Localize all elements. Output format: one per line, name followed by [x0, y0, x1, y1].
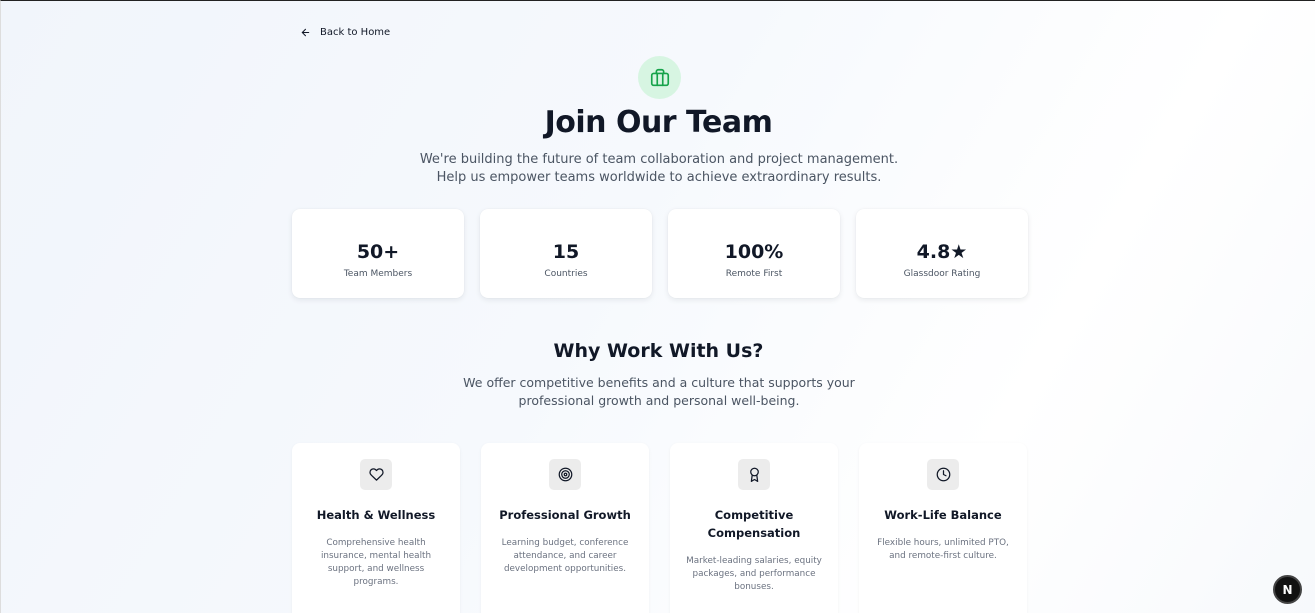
stat-value: 100%	[724, 241, 784, 263]
benefit-title: Professional Growth	[499, 508, 631, 522]
award-icon	[738, 459, 770, 490]
stat-value: 4.8★	[916, 241, 968, 263]
heart-icon	[360, 459, 392, 490]
benefit-description: Learning budget, conference attendance, …	[501, 538, 629, 574]
stats-row: 50+ Team Members 15 Countries 100% Remot…	[292, 209, 1028, 298]
arrow-left-icon	[301, 28, 310, 37]
benefit-card-health: Health & Wellness Comprehensive health i…	[292, 443, 460, 613]
dev-badge-label: N	[1282, 582, 1293, 597]
benefit-title: Competitive Compensation	[707, 508, 801, 540]
dev-tools-button[interactable]: N	[1273, 575, 1302, 604]
stat-card-remote-first: 100% Remote First	[668, 209, 840, 298]
stat-label: Countries	[544, 269, 588, 279]
stat-label: Team Members	[343, 269, 413, 279]
stat-value: 50+	[356, 241, 400, 263]
clock-icon	[927, 459, 959, 490]
briefcase-icon	[638, 56, 681, 99]
stat-card-glassdoor-rating: 4.8★ Glassdoor Rating	[856, 209, 1028, 298]
benefit-description: Market-leading salaries, equity packages…	[686, 556, 822, 592]
stat-card-countries: 15 Countries	[480, 209, 652, 298]
benefits-grid: Health & Wellness Comprehensive health i…	[292, 443, 1027, 613]
benefit-description: Flexible hours, unlimited PTO, and remot…	[877, 538, 1009, 561]
why-section-subtitle: We offer competitive benefits and a cult…	[463, 375, 855, 408]
target-icon	[549, 459, 581, 490]
benefit-card-growth: Professional Growth Learning budget, con…	[481, 443, 649, 613]
benefit-card-compensation: Competitive Compensation Market-leading …	[670, 443, 838, 613]
stat-label: Glassdoor Rating	[903, 269, 981, 279]
page-title: Join Our Team	[544, 105, 773, 140]
benefit-description: Comprehensive health insurance, mental h…	[320, 538, 432, 587]
benefit-title: Work-Life Balance	[884, 508, 1002, 522]
page-subtitle: We're building the future of team collab…	[419, 152, 899, 185]
stat-card-team-members: 50+ Team Members	[292, 209, 464, 298]
benefit-title: Health & Wellness	[316, 508, 436, 522]
back-link-label: Back to Home	[320, 27, 391, 38]
stat-value: 15	[552, 241, 580, 263]
stat-label: Remote First	[725, 269, 783, 279]
why-section-title: Why Work With Us?	[553, 340, 764, 362]
back-to-home-link[interactable]: Back to Home	[300, 27, 390, 38]
benefit-card-work-life: Work-Life Balance Flexible hours, unlimi…	[859, 443, 1027, 613]
